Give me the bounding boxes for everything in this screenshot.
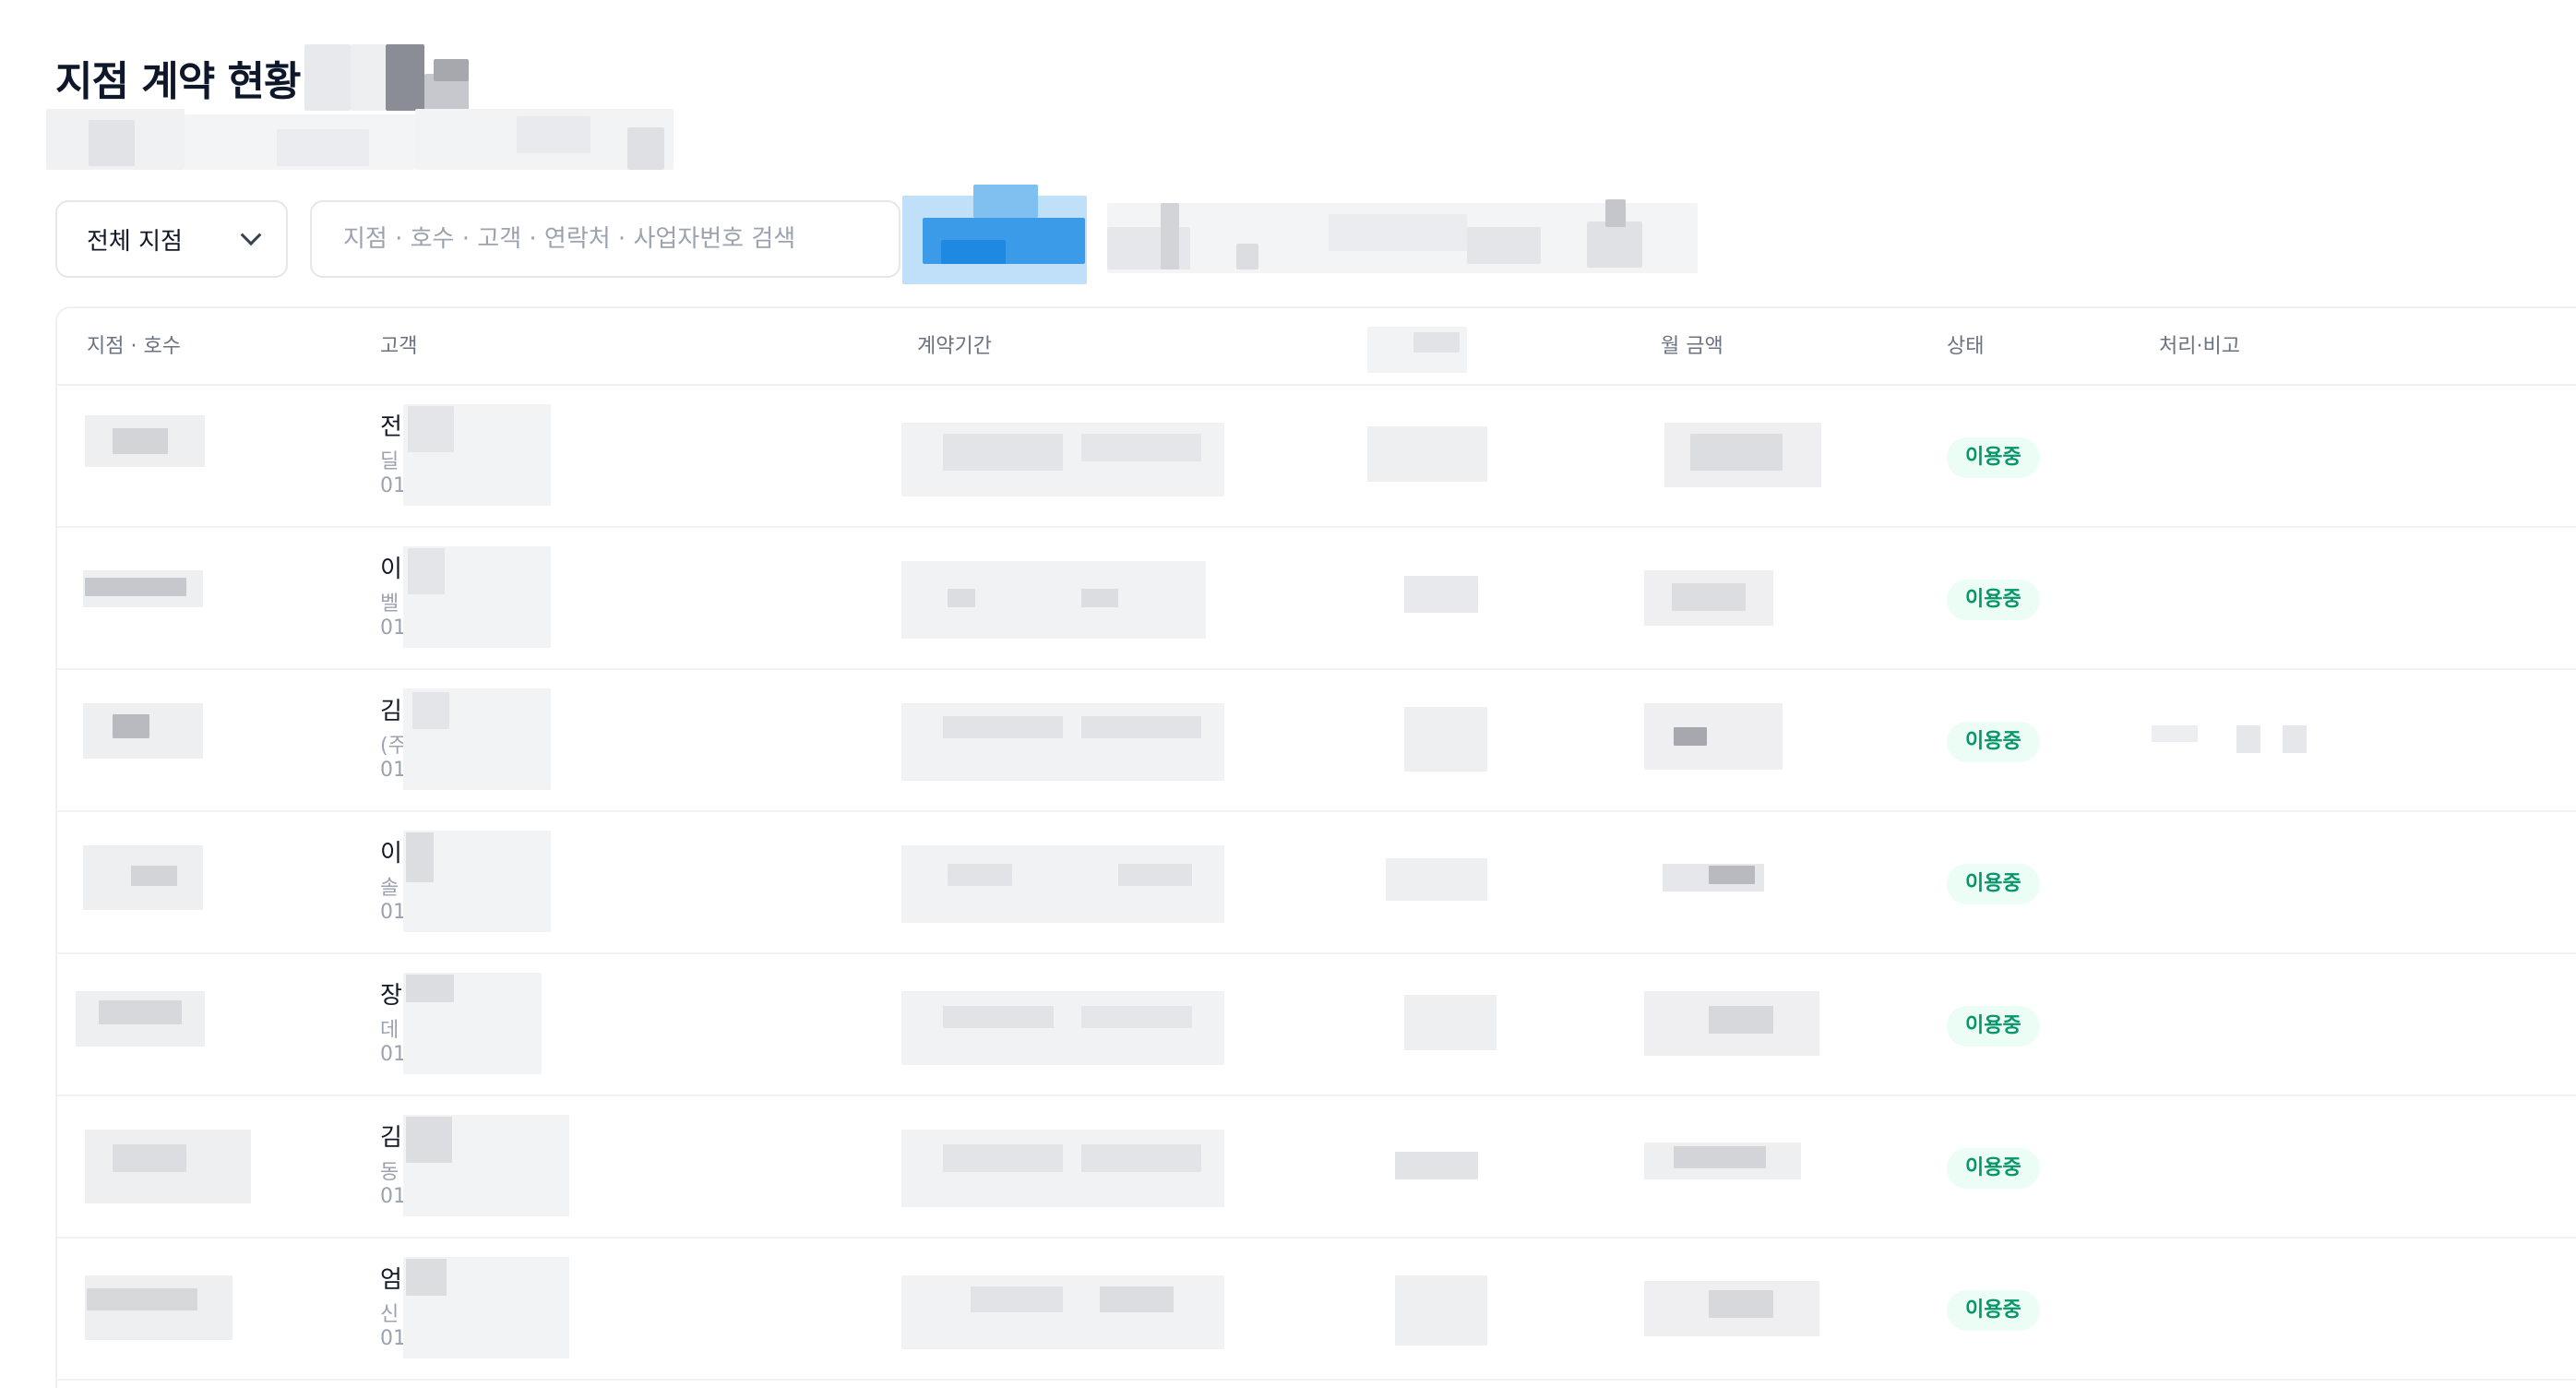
customer-name: 김 bbox=[380, 698, 402, 725]
table-row[interactable]: 엄 신 01 이용중 bbox=[57, 1238, 2576, 1381]
branch-select-value: 전체 지점 bbox=[87, 227, 183, 256]
customer-company: 솔 bbox=[380, 877, 400, 900]
customer-company: 딜 bbox=[380, 450, 400, 473]
page-title: 지점 계약 현황 bbox=[55, 58, 302, 105]
contracts-table: 지점 · 호수 고객 계약기간 월 금액 상태 처리·비고 전 딜 01 이용중… bbox=[55, 306, 2576, 1388]
customer-name: 김 bbox=[380, 1124, 402, 1152]
customer-phone: 01 bbox=[380, 474, 406, 497]
title-row: 지점 계약 현황 bbox=[55, 41, 302, 114]
customer-phone: 01 bbox=[380, 901, 406, 924]
customer-name: 엄 bbox=[380, 1266, 402, 1294]
branch-select[interactable]: 전체 지점 bbox=[55, 200, 288, 278]
customer-name: 이 bbox=[380, 840, 402, 868]
table-row[interactable]: 김 동 01 이용중 bbox=[57, 1096, 2576, 1238]
customer-phone: 01 bbox=[380, 616, 406, 640]
header-monthly-amount[interactable]: 월 금액 bbox=[1661, 308, 1723, 386]
filter-toolbar: 전체 지점 bbox=[55, 200, 900, 278]
table-row[interactable]: 장 데 01 이용중 bbox=[57, 954, 2576, 1096]
customer-phone: 01 bbox=[380, 1185, 406, 1208]
search-input[interactable] bbox=[310, 200, 900, 278]
customer-company: 신 bbox=[380, 1303, 400, 1326]
customer-phone: 01 bbox=[380, 1327, 406, 1350]
header-notes[interactable]: 처리·비고 bbox=[2159, 308, 2240, 386]
status-badge: 이용중 bbox=[1947, 864, 2040, 904]
table-row[interactable]: 김 (주 01 이용중 bbox=[57, 670, 2576, 812]
table-row[interactable]: 전 딜 01 이용중 bbox=[57, 386, 2576, 528]
table-row[interactable]: 이 벨 01 이용중 bbox=[57, 528, 2576, 670]
customer-name: 전 bbox=[380, 413, 402, 441]
header-status[interactable]: 상태 bbox=[1947, 308, 1984, 386]
customer-name: 장 bbox=[380, 982, 402, 1010]
header-branch-unit[interactable]: 지점 · 호수 bbox=[87, 308, 181, 386]
customer-company: 벨 bbox=[380, 592, 400, 616]
status-badge: 이용중 bbox=[1947, 437, 2040, 478]
customer-name: 이 bbox=[380, 556, 402, 583]
customer-phone: 01 bbox=[380, 759, 406, 782]
customer-company: 데 bbox=[380, 1019, 400, 1042]
header-period[interactable]: 계약기간 bbox=[917, 308, 992, 386]
customer-phone: 01 bbox=[380, 1043, 406, 1066]
customer-company: 동 bbox=[380, 1161, 400, 1184]
status-badge: 이용중 bbox=[1947, 1006, 2040, 1047]
status-badge: 이용중 bbox=[1947, 580, 2040, 620]
status-badge: 이용중 bbox=[1947, 722, 2040, 762]
status-badge: 이용중 bbox=[1947, 1290, 2040, 1331]
chevron-down-icon bbox=[240, 224, 262, 246]
status-badge: 이용중 bbox=[1947, 1148, 2040, 1189]
header-customer[interactable]: 고객 bbox=[380, 308, 417, 386]
table-header: 지점 · 호수 고객 계약기간 월 금액 상태 처리·비고 bbox=[57, 308, 2576, 386]
table-row[interactable]: 이 솔 01 이용중 bbox=[57, 812, 2576, 954]
